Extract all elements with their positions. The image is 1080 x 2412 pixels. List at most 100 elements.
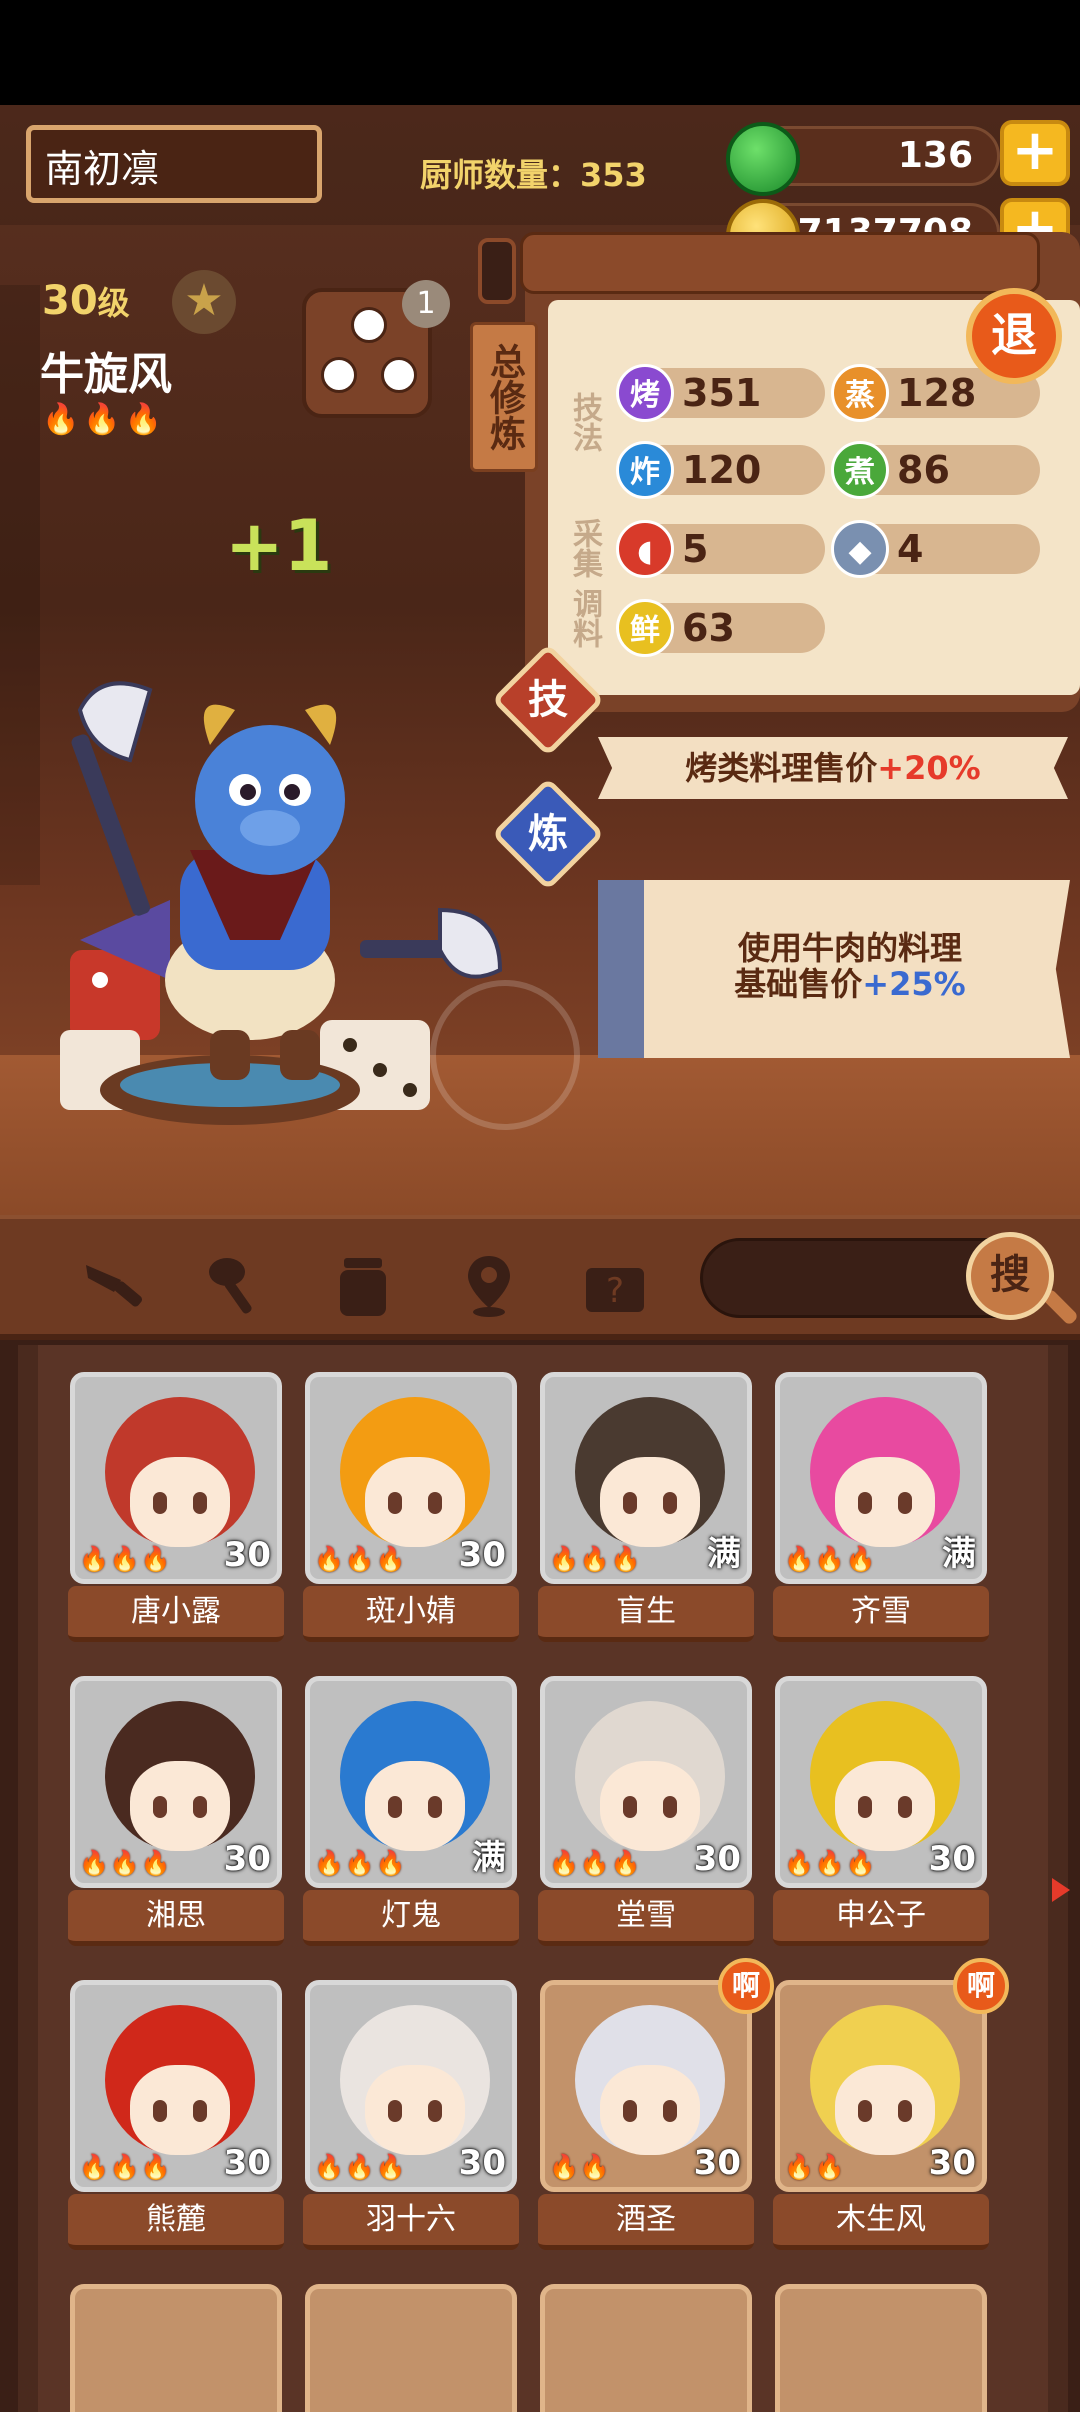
chef-card[interactable]: 🔥🔥 30 xyxy=(540,1980,752,2192)
chef-card-level: 30 xyxy=(928,1839,976,1879)
chef-card[interactable]: 🔥🔥🔥 满 xyxy=(305,1676,517,1888)
chef-card-badge: 啊 xyxy=(953,1958,1009,2014)
eye xyxy=(153,1796,167,1818)
star-icon[interactable]: ★ xyxy=(172,270,236,334)
chef-card[interactable]: 🔥🔥🔥 30 xyxy=(70,1676,282,1888)
stat-boil: 煮 86 xyxy=(831,441,1040,499)
chef-card-name[interactable]: 堂雪 xyxy=(538,1890,754,1946)
chef-card[interactable]: 🔥🔥🔥 30 xyxy=(540,1676,752,1888)
eye xyxy=(858,2100,872,2122)
skill-effect-text: 烤类料理售价 xyxy=(685,749,878,787)
empty-slot-icon[interactable] xyxy=(430,980,580,1130)
chef-card[interactable]: 🔥🔥🔥 满 xyxy=(775,1372,987,1584)
flame-rating: 🔥🔥🔥 xyxy=(42,402,167,437)
chef-card-level: 30 xyxy=(928,2143,976,2183)
chef-card-name[interactable]: 熊麓 xyxy=(68,2194,284,2250)
chef-portrait-face xyxy=(365,1457,465,1547)
stat-fish: ◆ 4 xyxy=(831,520,1040,578)
chef-card-name[interactable]: 盲生 xyxy=(538,1586,754,1642)
chef-card-flames: 🔥🔥🔥 xyxy=(314,1545,407,1573)
stat-fry-value: 120 xyxy=(682,448,762,492)
chef-card-level: 30 xyxy=(223,2143,271,2183)
status-bar xyxy=(0,0,1080,105)
exit-button[interactable]: 退 xyxy=(966,288,1062,384)
stat-roast: 烤 351 xyxy=(616,364,825,422)
eye xyxy=(663,1492,677,1514)
chef-card-flames: 🔥🔥🔥 xyxy=(784,1545,877,1573)
skill-effect-value: +20% xyxy=(877,749,981,787)
chef-portrait-face xyxy=(600,1457,700,1547)
svg-text:?: ? xyxy=(606,1271,624,1311)
chef-card[interactable]: 🔥🔥🔥 30 xyxy=(70,1980,282,2192)
add-jade-button[interactable]: + xyxy=(1000,120,1070,186)
chef-card-name[interactable]: 唐小露 xyxy=(68,1586,284,1642)
chef-card[interactable] xyxy=(775,2284,987,2412)
category-seasoning: 调料 xyxy=(567,588,602,648)
search-button[interactable]: 搜 xyxy=(966,1232,1054,1320)
stat-meat-value: 5 xyxy=(682,527,709,571)
refine-effect-line1: 使用牛肉的料理 xyxy=(737,929,962,967)
tab-total-cultivation[interactable]: 总修炼 xyxy=(470,322,538,472)
tab-knob xyxy=(478,238,516,304)
stat-fish-value: 4 xyxy=(897,527,924,571)
category-technique: 技法 xyxy=(567,392,602,452)
meat-icon: ◖ xyxy=(616,520,674,578)
chef-card-flames: 🔥🔥🔥 xyxy=(784,1849,877,1877)
eye xyxy=(623,1796,637,1818)
skill-count-badge: 1 xyxy=(402,280,450,328)
chef-portrait-face xyxy=(365,1761,465,1851)
tab-skill-label: 技 xyxy=(528,677,568,723)
eye xyxy=(153,2100,167,2122)
stat-fresh-value: 63 xyxy=(682,606,735,650)
boil-icon: 煮 xyxy=(831,441,889,499)
chef-portrait-face xyxy=(130,2065,230,2155)
chef-card[interactable]: 🔥🔥🔥 30 xyxy=(775,1676,987,1888)
location-pin-icon[interactable] xyxy=(454,1250,524,1320)
scroll-right-arrow-icon[interactable] xyxy=(1052,1878,1070,1902)
chef-card-name[interactable]: 灯鬼 xyxy=(303,1890,519,1946)
chef-card[interactable] xyxy=(70,2284,282,2412)
chef-card-name[interactable]: 湘思 xyxy=(68,1890,284,1946)
chef-card[interactable]: 🔥🔥🔥 30 xyxy=(305,1372,517,1584)
chef-card[interactable]: 🔥🔥🔥 满 xyxy=(540,1372,752,1584)
chef-card-name[interactable]: 斑小婧 xyxy=(303,1586,519,1642)
eye xyxy=(388,1492,402,1514)
chef-card-level: 30 xyxy=(458,1535,506,1575)
stats-panel-header xyxy=(520,232,1040,294)
knife-icon[interactable] xyxy=(76,1250,146,1320)
eye xyxy=(623,1492,637,1514)
chef-card-flames: 🔥🔥🔥 xyxy=(79,1545,172,1573)
chef-card-flames: 🔥🔥🔥 xyxy=(314,2153,407,2181)
eye xyxy=(428,1492,442,1514)
chef-level-unit: 级 xyxy=(97,284,130,322)
chef-portrait-face xyxy=(130,1761,230,1851)
map-question-icon[interactable]: ? xyxy=(580,1250,650,1320)
jade-amount: 136 xyxy=(897,135,973,176)
chef-card-badge: 啊 xyxy=(718,1958,774,2014)
chef-card-flames: 🔥🔥🔥 xyxy=(79,1849,172,1877)
stat-boil-value: 86 xyxy=(897,448,950,492)
chef-card-flames: 🔥🔥🔥 xyxy=(549,1849,642,1877)
chef-card-name[interactable]: 齐雪 xyxy=(773,1586,989,1642)
chef-card-name[interactable]: 申公子 xyxy=(773,1890,989,1946)
chef-card[interactable]: 🔥🔥🔥 30 xyxy=(70,1372,282,1584)
chef-card-level: 满 xyxy=(942,1534,976,1574)
eye xyxy=(388,2100,402,2122)
chef-card[interactable] xyxy=(540,2284,752,2412)
chef-card-name[interactable]: 酒圣 xyxy=(538,2194,754,2250)
chef-card[interactable]: 🔥🔥 30 xyxy=(775,1980,987,2192)
chef-card[interactable] xyxy=(305,2284,517,2412)
eye xyxy=(623,2100,637,2122)
jade-icon xyxy=(726,122,800,196)
eye xyxy=(898,2100,912,2122)
chef-card[interactable]: 🔥🔥🔥 30 xyxy=(305,1980,517,2192)
chef-portrait-face xyxy=(835,1457,935,1547)
chef-card-name[interactable]: 羽十六 xyxy=(303,2194,519,2250)
shovel-icon[interactable] xyxy=(202,1250,272,1320)
tab-refine-label: 炼 xyxy=(528,811,568,857)
jar-icon[interactable] xyxy=(328,1250,398,1320)
chef-count-label: 厨师数量：353 xyxy=(420,156,647,194)
eye xyxy=(388,1796,402,1818)
chef-card-name[interactable]: 木生风 xyxy=(773,2194,989,2250)
player-name[interactable]: 南初凛 xyxy=(26,125,322,203)
